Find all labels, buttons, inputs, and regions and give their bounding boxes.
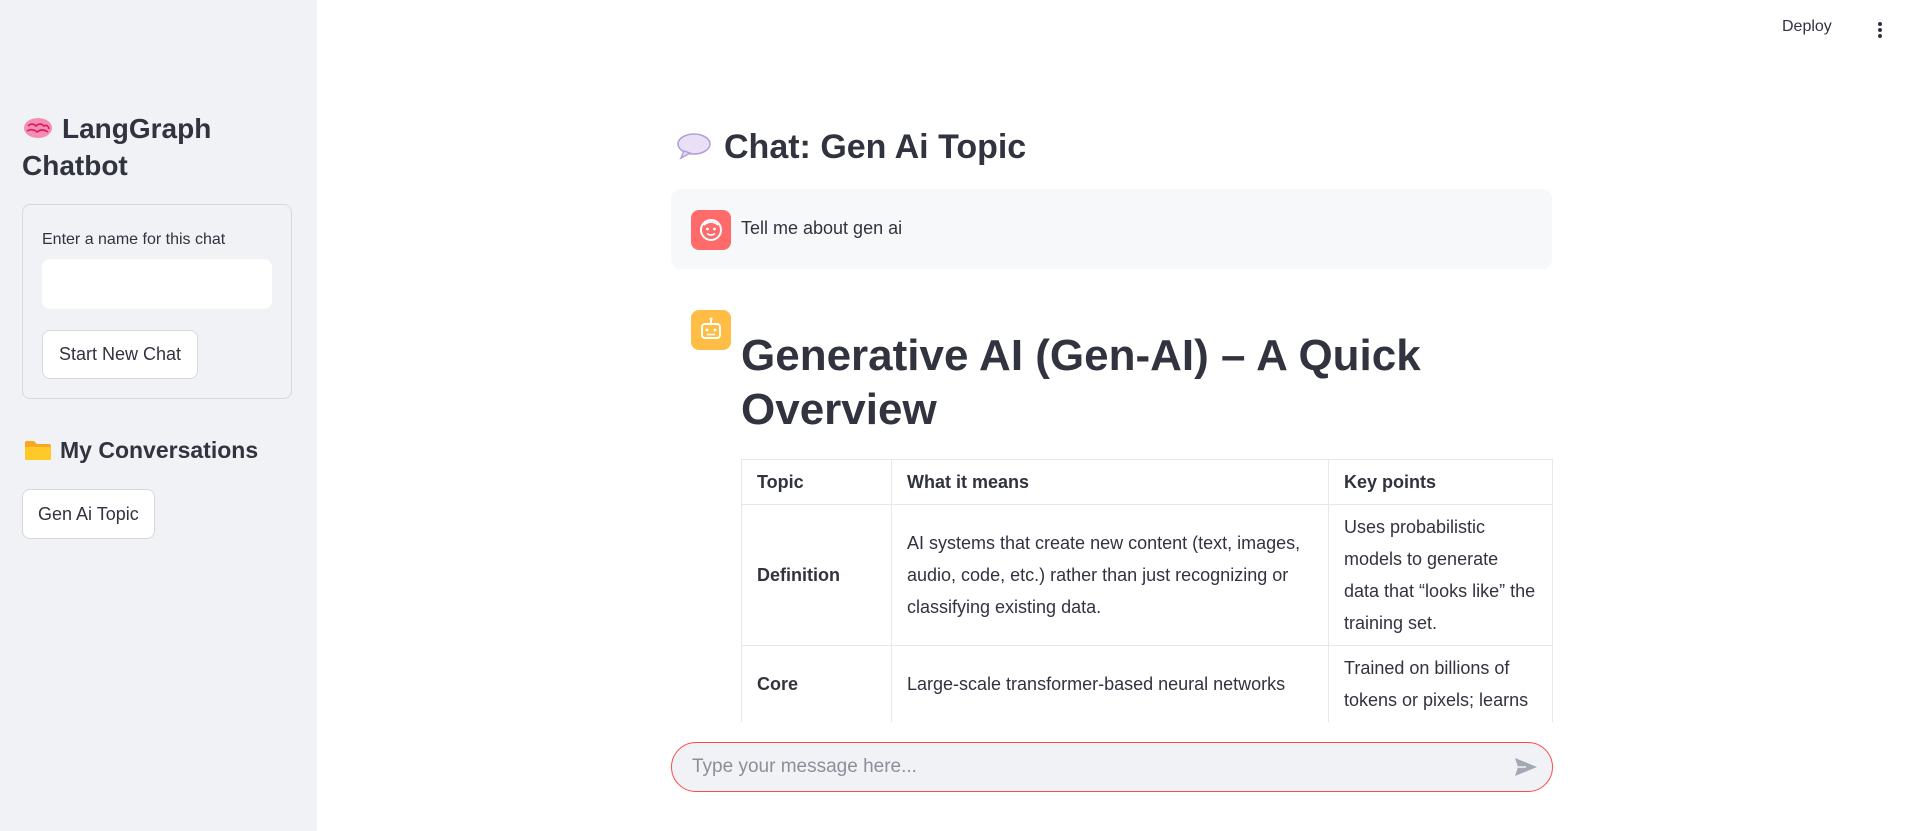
chat-input[interactable] <box>692 743 1492 791</box>
new-chat-form: Enter a name for this chat Start New Cha… <box>22 204 292 399</box>
table-header-cell: What it means <box>891 459 1329 505</box>
brain-icon <box>24 118 52 138</box>
robot-icon <box>701 317 721 339</box>
user-avatar <box>691 210 731 250</box>
table-row: Core Large-scale transformer-based neura… <box>741 645 1553 722</box>
sidebar: LangGraph Chatbot Enter a name for this … <box>0 0 317 831</box>
chat-name-input[interactable] <box>42 259 272 309</box>
deploy-button[interactable]: Deploy <box>1782 18 1832 36</box>
table-cell: Large-scale transformer-based neural net… <box>891 645 1329 722</box>
conversation-item-gen-ai-topic[interactable]: Gen Ai Topic <box>22 489 155 539</box>
send-icon[interactable] <box>1512 755 1540 779</box>
table-cell: Trained on billions of tokens or pixels;… <box>1328 645 1553 722</box>
table-cell: Core <box>741 645 892 722</box>
table-cell: Uses probabilistic models to generate da… <box>1328 504 1553 646</box>
page-title-text: Chat: Gen Ai Topic <box>724 128 1027 166</box>
assistant-message: Generative AI (Gen-AI) – A Quick Overvie… <box>741 320 1554 722</box>
folder-icon <box>25 441 51 460</box>
user-message-text: Tell me about gen ai <box>741 218 903 238</box>
assistant-avatar <box>691 310 731 350</box>
kebab-menu-icon[interactable] <box>1872 18 1888 42</box>
sidebar-title: LangGraph Chatbot <box>22 110 292 184</box>
table-header-cell: Key points <box>1328 459 1553 505</box>
speech-bubble-icon <box>677 133 711 160</box>
conversations-heading-text: My Conversations <box>60 437 259 463</box>
chat-input-container <box>671 742 1553 792</box>
table-cell: AI systems that create new content (text… <box>891 504 1329 646</box>
table-header-cell: Topic <box>741 459 892 505</box>
table-header-row: Topic What it means Key points <box>741 459 1553 505</box>
overview-table: Topic What it means Key points Definitio… <box>741 459 1553 722</box>
chat-name-label: Enter a name for this chat <box>42 231 226 248</box>
user-face-icon <box>700 219 722 241</box>
table-row: Definition AI systems that create new co… <box>741 504 1553 646</box>
start-new-chat-button[interactable]: Start New Chat <box>42 330 199 379</box>
user-message: Tell me about gen ai <box>671 189 1552 269</box>
conversations-heading: My Conversations <box>24 437 258 464</box>
page-title: Chat: Gen Ai Topic <box>676 128 1026 167</box>
table-cell: Definition <box>741 504 892 646</box>
assistant-heading: Generative AI (Gen-AI) – A Quick Overvie… <box>741 331 1421 434</box>
